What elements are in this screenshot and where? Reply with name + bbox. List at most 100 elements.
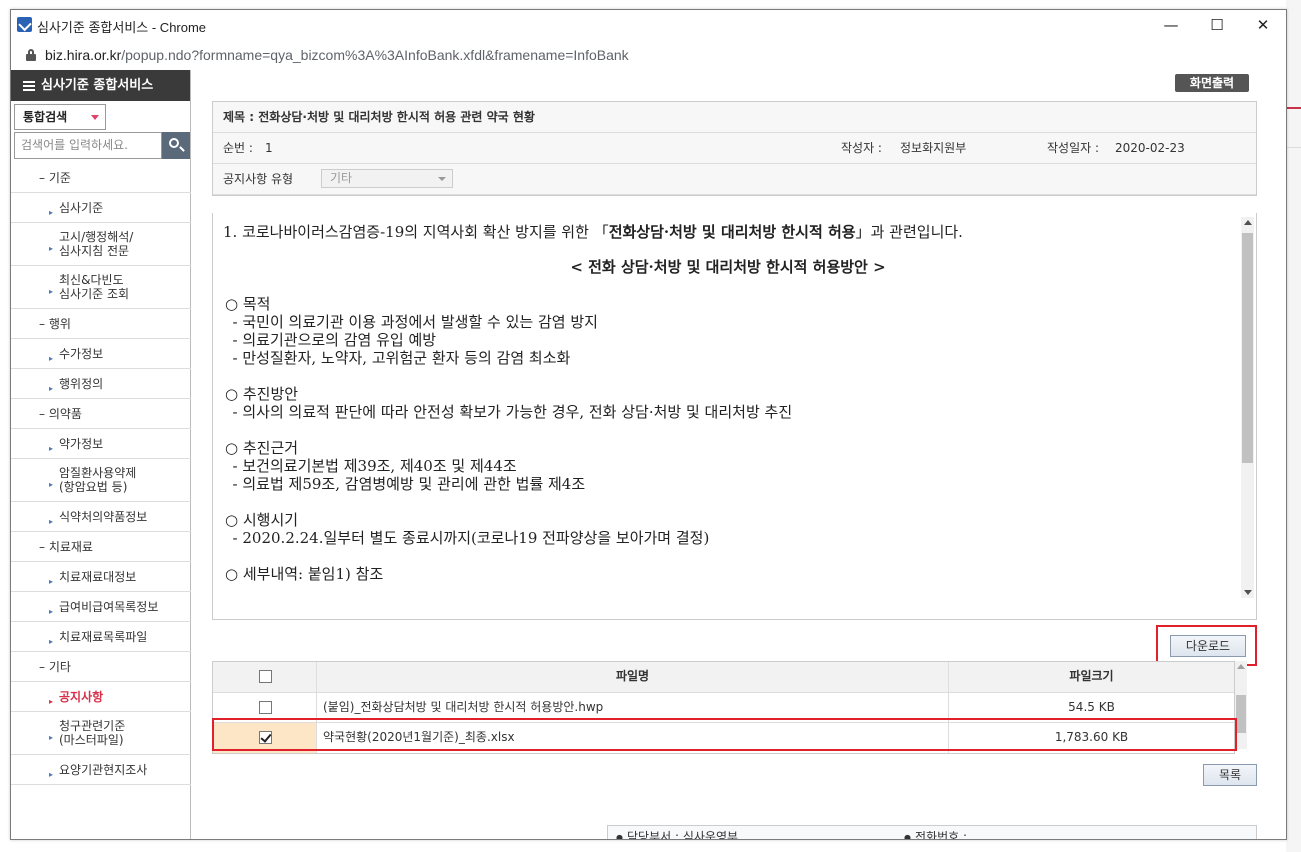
scroll-down-icon[interactable]	[1244, 590, 1252, 595]
sidebar-item-label: – 기타	[39, 660, 71, 674]
download-highlight: 다운로드	[1156, 625, 1257, 666]
sidebar-item[interactable]: ▸ 수가정보	[11, 339, 191, 369]
arrow-right-icon: ▸	[49, 287, 54, 296]
sidebar-item-label: – 행위	[39, 317, 71, 331]
section-basis-title: ○ 추진근거	[225, 439, 299, 457]
popup-window: 심사기준 종합서비스 - Chrome — ☐ ✕ biz.hira.or.kr…	[10, 9, 1287, 840]
arrow-right-icon: ▸	[49, 769, 54, 779]
search-button[interactable]	[162, 132, 190, 159]
notice-info: 제목 : 전화상담·처방 및 대리처방 한시적 허용 관련 약국 현황 순번 :…	[212, 101, 1257, 196]
arrow-right-icon: ▸	[49, 516, 54, 526]
sidebar-item[interactable]: ▸ 약가정보	[11, 429, 191, 459]
notice-title: 전화상담·처방 및 대리처방 한시적 허용 관련 약국 현황	[258, 110, 535, 124]
sidebar-header[interactable]: 심사기준 종합서비스	[11, 70, 190, 101]
arrow-right-icon: ▸	[49, 636, 54, 646]
caret-down-icon	[91, 115, 99, 120]
arrow-right-icon: ▸	[49, 353, 54, 363]
body-heading: < 전화 상담·처방 및 대리처방 한시적 허용방안 >	[570, 258, 886, 276]
phone-label: 전화번호 :	[914, 830, 968, 840]
row-checkbox-checked[interactable]	[259, 731, 272, 744]
sidebar-item[interactable]: ▸ 공지사항	[11, 682, 191, 712]
caret-down-icon	[438, 177, 446, 181]
bullet-icon: ●	[904, 832, 911, 840]
sidebar-item-label: 행위정의	[59, 376, 104, 391]
minimize-button[interactable]: —	[1148, 10, 1194, 41]
sidebar-item[interactable]: ▸ 치료재료목록파일	[11, 622, 191, 652]
sidebar-item[interactable]: ▸ 최신&다빈도 심사기준 조회	[11, 266, 191, 309]
notice-type-label: 공지사항 유형	[223, 172, 294, 186]
sidebar-item[interactable]: ▸ 암질환사용약제 (항암요법 등)	[11, 459, 191, 502]
scroll-thumb[interactable]	[1242, 233, 1253, 463]
sidebar-category[interactable]: – 기준	[11, 163, 191, 193]
row-checkbox[interactable]	[259, 701, 272, 714]
sidebar-item[interactable]: ▸ 고시/행정해석/ 심사지침 전문	[11, 223, 191, 266]
table-row[interactable]: 약국현황(2020년1월기준)_최종.xlsx 1,783.60 KB	[213, 723, 1234, 753]
sidebar-item[interactable]: ▸ 심사기준	[11, 193, 191, 223]
sidebar: 심사기준 종합서비스 통합검색 검색어를 입력하세요. – 기준 ▸ 심사기준 ▸ 고시…	[11, 70, 191, 839]
sidebar-item[interactable]: ▸ 행위정의	[11, 369, 191, 399]
arrow-right-icon: ▸	[49, 606, 54, 616]
lock-icon	[26, 49, 36, 61]
dept-label: 담당부서 :	[626, 830, 680, 840]
arrow-right-icon: ▸	[49, 696, 54, 706]
content-scrollbar[interactable]	[1241, 217, 1254, 598]
app-logo-icon	[17, 17, 32, 32]
dept-value: 심사운영부	[682, 830, 739, 840]
scroll-thumb[interactable]	[1236, 695, 1246, 733]
title-row: 제목 : 전화상담·처방 및 대리처방 한시적 허용 관련 약국 현황	[213, 102, 1256, 133]
file-size: 1,783.60 KB	[949, 723, 1234, 753]
select-all-checkbox[interactable]	[259, 670, 272, 683]
notice-type-select[interactable]: 기타	[321, 169, 453, 188]
sidebar-item[interactable]: ▸ 식약처의약품정보	[11, 502, 191, 532]
bullet-icon: ●	[616, 832, 623, 840]
arrow-right-icon: ▸	[49, 576, 54, 586]
author-label: 작성자 :	[841, 141, 882, 155]
sidebar-item-label: – 의약품	[39, 407, 82, 421]
section-plan-line: - 의사의 의료적 판단에 따라 안전성 확보가 가능한 경우, 전화 상담·처…	[223, 403, 793, 421]
sidebar-item-label: 치료재료대정보	[59, 569, 137, 584]
col-filename: 파일명	[317, 662, 949, 692]
url-text[interactable]: biz.hira.or.kr/popup.ndo?formname=qya_bi…	[45, 47, 629, 63]
sidebar-item[interactable]: ▸ 급여비급여목록정보	[11, 592, 191, 622]
sidebar-category[interactable]: – 치료재료	[11, 532, 191, 562]
arrow-right-icon: ▸	[49, 207, 54, 217]
search-type-select[interactable]: 통합검색	[14, 104, 106, 130]
arrow-right-icon: ▸	[49, 733, 54, 742]
download-button[interactable]: 다운로드	[1170, 635, 1246, 657]
arrow-right-icon: ▸	[49, 383, 54, 393]
scroll-up-icon[interactable]	[1237, 664, 1245, 669]
sidebar-category[interactable]: – 의약품	[11, 399, 191, 429]
author-value: 정보화지원부	[900, 141, 967, 155]
sidebar-item[interactable]: ▸ 요양기관현지조사	[11, 755, 191, 785]
table-scrollbar[interactable]	[1235, 661, 1247, 749]
arrow-right-icon: ▸	[49, 244, 54, 253]
sidebar-category[interactable]: – 기타	[11, 652, 191, 682]
address-bar[interactable]: biz.hira.or.kr/popup.ndo?formname=qya_bi…	[11, 41, 1286, 69]
scroll-up-icon[interactable]	[1244, 220, 1252, 225]
file-size: 54.5 KB	[1068, 700, 1115, 714]
section-purpose-title: ○ 목적	[225, 295, 271, 313]
close-button[interactable]: ✕	[1240, 10, 1286, 41]
list-button[interactable]: 목록	[1203, 764, 1257, 786]
col-filesize: 파일크기	[1069, 669, 1114, 683]
window-title: 심사기준 종합서비스 - Chrome	[37, 20, 207, 35]
file-name[interactable]: (붙임)_전화상담처방 및 대리처방 한시적 허용방안.hwp	[317, 693, 949, 722]
section-schedule-line: - 2020.2.24.일부터 별도 종료시까지(코로나19 전파양상을 보아가…	[223, 529, 710, 547]
section-purpose-line: - 국민이 의료기관 이용 과정에서 발생할 수 있는 감염 방지	[223, 313, 598, 331]
table-header: 파일명 파일크기	[213, 662, 1234, 693]
table-row[interactable]: (붙임)_전화상담처방 및 대리처방 한시적 허용방안.hwp 54.5 KB	[213, 693, 1234, 723]
sidebar-item[interactable]: ▸ 치료재료대정보	[11, 562, 191, 592]
sidebar-item-label: 심사기준	[59, 200, 104, 215]
sidebar-item-label: 치료재료목록파일	[59, 629, 148, 644]
file-name[interactable]: 약국현황(2020년1월기준)_최종.xlsx	[317, 723, 949, 753]
maximize-button[interactable]: ☐	[1194, 10, 1240, 41]
notice-type-row: 공지사항 유형 기타	[213, 164, 1256, 195]
menu-icon	[23, 79, 35, 93]
print-button[interactable]: 화면출력	[1175, 74, 1249, 92]
sidebar-category[interactable]: – 행위	[11, 309, 191, 339]
date-label: 작성일자 :	[1047, 141, 1100, 155]
section-purpose-line: - 의료기관으로의 감염 유입 예방	[223, 331, 437, 349]
sidebar-item[interactable]: ▸ 청구관련기준 (마스터파일)	[11, 712, 191, 755]
search-input[interactable]: 검색어를 입력하세요.	[14, 132, 162, 159]
main-panel: 화면출력 제목 : 전화상담·처방 및 대리처방 한시적 허용 관련 약국 현황…	[192, 70, 1286, 840]
